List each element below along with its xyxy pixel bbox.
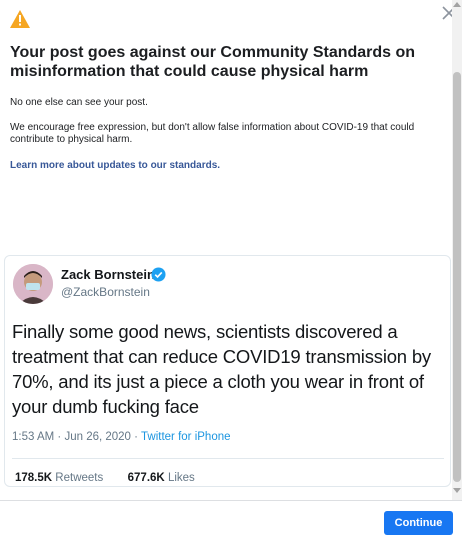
tweet-source-link[interactable]: Twitter for iPhone	[141, 431, 230, 443]
tweet-stats: 178.5K Retweets 677.6K Likes	[15, 472, 195, 484]
tweet-time: 1:53 AM	[12, 431, 55, 443]
warning-triangle-icon	[10, 10, 30, 28]
scroll-down-icon[interactable]	[453, 488, 461, 493]
policy-text: We encourage free expression, but don't …	[10, 122, 415, 145]
divider	[12, 458, 444, 459]
tweet-text: Finally some good news, scientists disco…	[12, 321, 431, 417]
footer-divider	[0, 500, 462, 501]
likes-label[interactable]: Likes	[168, 472, 195, 484]
avatar-image	[13, 264, 53, 304]
verified-badge-icon	[151, 267, 166, 282]
private-notice: No one else can see your post.	[10, 97, 148, 108]
continue-button[interactable]: Continue	[384, 511, 453, 535]
meta-separator: ·	[134, 431, 139, 443]
scrollbar-thumb[interactable]	[453, 72, 461, 482]
retweets-count[interactable]: 178.5K	[15, 472, 52, 484]
author-name[interactable]: Zack Bornstein	[61, 267, 155, 282]
dialog-headline: Your post goes against our Community Sta…	[10, 44, 416, 80]
scroll-up-icon[interactable]	[453, 2, 461, 7]
meta-separator: ·	[57, 431, 62, 443]
avatar[interactable]	[13, 264, 53, 304]
tweet-card: Zack Bornstein @ZackBornstein Finally so…	[4, 255, 451, 487]
tweet-date: Jun 26, 2020	[64, 431, 131, 443]
likes-count[interactable]: 677.6K	[128, 472, 165, 484]
author-handle[interactable]: @ZackBornstein	[61, 285, 150, 299]
learn-more-link[interactable]: Learn more about updates to our standard…	[10, 160, 220, 171]
tweet-meta: 1:53 AM · Jun 26, 2020 · Twitter for iPh…	[12, 431, 231, 443]
retweets-label[interactable]: Retweets	[55, 472, 103, 484]
